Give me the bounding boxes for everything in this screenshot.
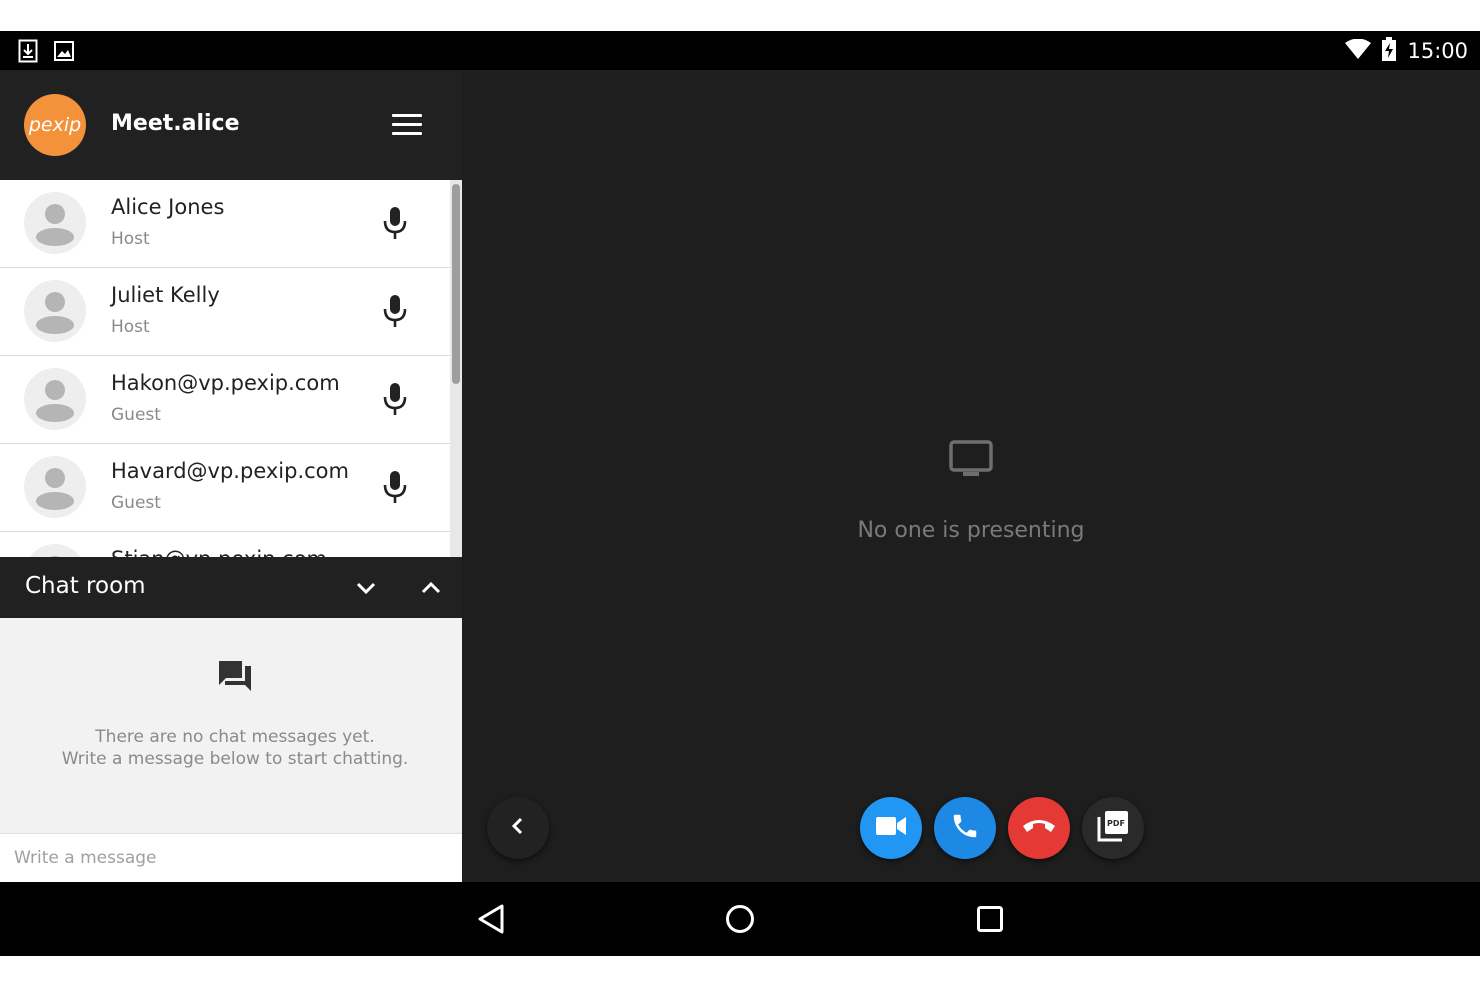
participant-role: Host [111,317,150,337]
chat-messages-area: There are no chat messages yet. Write a … [0,618,462,833]
conference-title: Meet.alice [111,111,240,136]
avatar-icon [24,544,86,557]
hamburger-menu-icon[interactable] [392,114,422,136]
app-bar: pexip Meet.alice [0,70,462,180]
device-screen: 15:00 pexip Meet.alice Alice Jones Host [0,31,1480,956]
participant-row[interactable]: Havard@vp.pexip.com Guest [0,444,450,532]
hang-up-icon [1022,818,1056,838]
participant-row[interactable]: Stian@vp.pexip.com [0,532,450,557]
battery-charging-icon [1381,37,1397,65]
participant-role: Guest [111,493,161,513]
participant-name: Stian@vp.pexip.com [111,547,327,557]
chat-title: Chat room [25,573,146,599]
chat-input-bar [0,833,462,883]
participants-panel: pexip Meet.alice Alice Jones Host Juliet… [0,70,462,883]
chat-message-input[interactable] [12,834,446,882]
participant-role: Guest [111,405,161,425]
chat-empty-line-2: Write a message below to start chatting. [61,749,409,769]
hang-up-button[interactable] [1008,797,1070,859]
chevron-left-icon [508,816,528,840]
phone-icon [950,811,980,845]
pexip-logo: pexip [24,94,86,156]
chevron-down-icon[interactable] [353,575,379,601]
nav-recents-icon[interactable] [970,899,1010,939]
image-icon [54,39,74,67]
chat-header: Chat room [0,557,462,618]
participant-role: Host [111,229,150,249]
nav-home-icon[interactable] [720,899,760,939]
forum-icon [218,660,252,692]
nav-back-icon[interactable] [471,899,511,939]
chat-empty-message: There are no chat messages yet. Write a … [0,726,470,770]
video-button[interactable] [860,797,922,859]
status-bar: 15:00 [0,31,1480,70]
participant-name: Hakon@vp.pexip.com [111,371,340,395]
svg-text:PDF: PDF [1107,819,1125,828]
participant-list[interactable]: Alice Jones Host Juliet Kelly Host Hakon… [0,180,450,557]
scrollbar-thumb[interactable] [452,184,460,384]
participant-name: Alice Jones [111,195,225,219]
presentation-status: No one is presenting [857,518,1085,543]
video-camera-icon [876,815,906,841]
logo-text: pexip [28,114,82,136]
presentation-area: No one is presenting PDF [462,70,1480,882]
audio-call-button[interactable] [934,797,996,859]
status-time: 15:00 [1407,39,1468,63]
pdf-icon: PDF [1097,810,1129,846]
microphone-icon[interactable] [380,382,410,416]
back-button[interactable] [487,797,549,859]
participant-row[interactable]: Alice Jones Host [0,180,450,268]
android-nav-bar [0,882,1480,956]
microphone-icon[interactable] [380,206,410,240]
participant-name: Juliet Kelly [111,283,220,307]
share-pdf-button[interactable]: PDF [1082,797,1144,859]
microphone-icon[interactable] [380,294,410,328]
avatar-icon [24,280,86,342]
chevron-up-icon[interactable] [418,575,444,601]
monitor-icon [949,440,993,478]
participant-row[interactable]: Hakon@vp.pexip.com Guest [0,356,450,444]
download-icon [18,39,38,67]
wifi-icon [1345,38,1372,63]
participant-row[interactable]: Juliet Kelly Host [0,268,450,356]
participant-name: Havard@vp.pexip.com [111,459,349,483]
chat-empty-line-1: There are no chat messages yet. [95,727,375,747]
avatar-icon [24,192,86,254]
avatar-icon [24,368,86,430]
microphone-icon[interactable] [380,470,410,504]
avatar-icon [24,456,86,518]
